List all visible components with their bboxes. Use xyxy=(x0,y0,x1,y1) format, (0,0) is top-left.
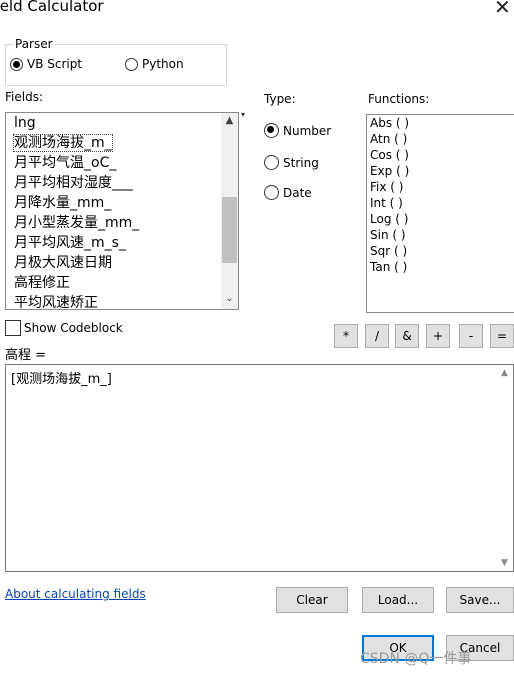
fields-list[interactable]: lng 观测场海拔_m_ 月平均气温_oC_ 月平均相对湿度___ 月降水量_m… xyxy=(5,112,239,310)
expression-text: [观测场海拔_m_] xyxy=(11,372,112,387)
function-item[interactable]: Fix ( ) xyxy=(367,179,514,195)
type-label: Type: xyxy=(264,92,296,106)
radio-selected-icon xyxy=(10,57,23,71)
function-item[interactable]: Exp ( ) xyxy=(367,163,514,179)
function-item[interactable]: Int ( ) xyxy=(367,195,514,211)
field-item[interactable]: 月极大风速日期 xyxy=(6,253,238,273)
type-number-radio[interactable]: Number xyxy=(264,123,331,138)
field-item-selected[interactable]: 观测场海拔_m_ xyxy=(6,133,238,153)
parser-python-radio[interactable]: Python xyxy=(125,57,184,71)
scroll-up-icon[interactable]: ▲ xyxy=(222,113,237,129)
title-bar: Field Calculator ✕ xyxy=(0,0,514,22)
function-item[interactable]: Abs ( ) xyxy=(367,115,514,131)
operator-multiply-button[interactable]: * xyxy=(334,324,358,348)
field-item[interactable]: lng xyxy=(6,113,238,133)
expression-textarea[interactable]: [观测场海拔_m_] ▲ ▼ xyxy=(5,364,514,572)
expression-scrollbar[interactable]: ▲ ▼ xyxy=(497,365,512,571)
show-codeblock-label: Show Codeblock xyxy=(24,321,123,335)
operator-plus-button[interactable]: + xyxy=(426,324,450,348)
type-number-label: Number xyxy=(283,123,332,138)
scroll-down-icon[interactable]: ⌄ xyxy=(222,291,237,307)
field-item[interactable]: 月平均相对湿度___ xyxy=(6,173,238,193)
scroll-up-icon[interactable]: ▲ xyxy=(497,368,512,378)
field-item[interactable]: 月平均气温_oC_ xyxy=(6,153,238,173)
watermark: CSDN @Q一件事 xyxy=(360,651,472,667)
type-date-label: Date xyxy=(283,185,312,200)
radio-unselected-icon xyxy=(264,185,279,200)
type-string-radio[interactable]: String xyxy=(264,155,319,170)
window-title: Field Calculator xyxy=(0,0,104,15)
field-item[interactable]: 高程修正 xyxy=(6,273,238,293)
load-button[interactable]: Load... xyxy=(362,587,434,613)
operator-equals-button[interactable]: = xyxy=(490,324,514,348)
functions-list[interactable]: Abs ( ) Atn ( ) Cos ( ) Exp ( ) Fix ( ) … xyxy=(366,114,514,313)
fields-scroll-thumb[interactable] xyxy=(222,197,237,263)
radio-selected-icon xyxy=(264,123,279,138)
type-date-radio[interactable]: Date xyxy=(264,185,312,200)
function-item[interactable]: Tan ( ) xyxy=(367,259,514,275)
function-item[interactable]: Cos ( ) xyxy=(367,147,514,163)
expression-label: 高程 = xyxy=(5,348,47,363)
about-calculating-fields-link[interactable]: About calculating fields xyxy=(5,587,146,601)
field-item[interactable]: 平均风速矫正 xyxy=(6,293,238,309)
show-codeblock-checkbox[interactable] xyxy=(5,320,21,336)
function-item[interactable]: Sqr ( ) xyxy=(367,243,514,259)
fields-label: Fields: xyxy=(5,90,43,104)
save-button[interactable]: Save... xyxy=(446,587,514,613)
radio-unselected-icon xyxy=(125,57,138,71)
functions-label: Functions: xyxy=(368,92,430,106)
parser-vbscript-radio[interactable]: VB Script xyxy=(10,57,82,71)
parser-vbscript-label: VB Script xyxy=(27,57,83,71)
operator-concat-button[interactable]: & xyxy=(395,324,419,348)
list-dropdown-icon: ▾ xyxy=(241,110,246,119)
function-item[interactable]: Atn ( ) xyxy=(367,131,514,147)
radio-unselected-icon xyxy=(264,155,279,170)
close-icon[interactable]: ✕ xyxy=(494,0,511,19)
function-item[interactable]: Sin ( ) xyxy=(367,227,514,243)
field-item[interactable]: 月平均风速_m_s_ xyxy=(6,233,238,253)
type-string-label: String xyxy=(283,155,319,170)
scroll-down-icon[interactable]: ▼ xyxy=(497,558,512,568)
operator-minus-button[interactable]: - xyxy=(459,324,483,348)
clear-button[interactable]: Clear xyxy=(276,587,348,613)
function-item[interactable]: Log ( ) xyxy=(367,211,514,227)
parser-label: Parser xyxy=(13,37,55,51)
operator-divide-button[interactable]: / xyxy=(365,324,389,348)
field-item[interactable]: 月小型蒸发量_mm_ xyxy=(6,213,238,233)
parser-python-label: Python xyxy=(142,57,184,71)
field-item[interactable]: 月降水量_mm_ xyxy=(6,193,238,213)
